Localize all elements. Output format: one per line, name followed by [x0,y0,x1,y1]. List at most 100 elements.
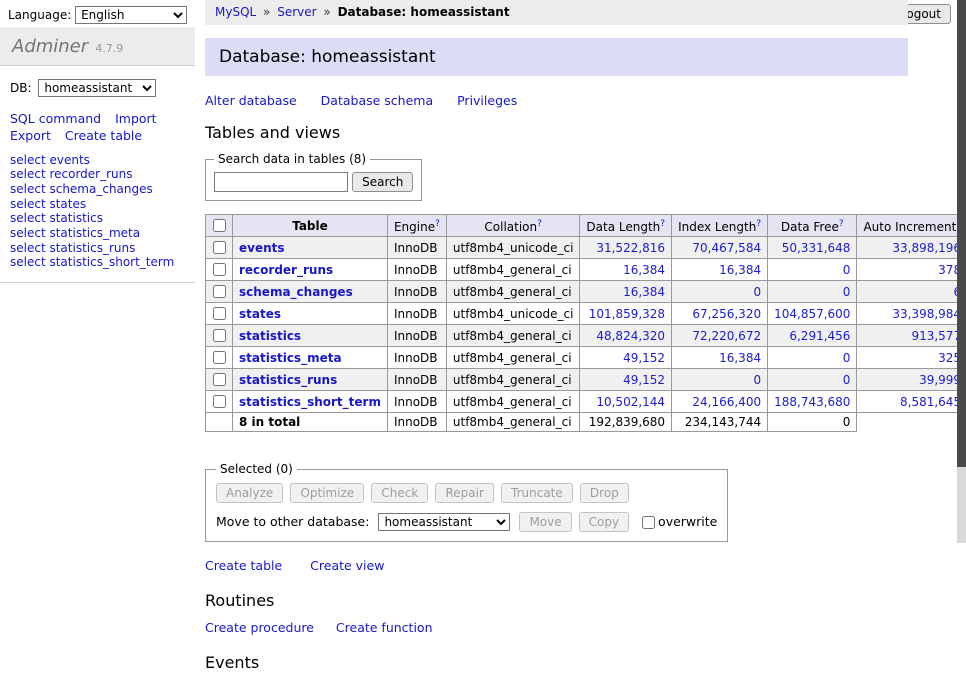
search-button[interactable]: Search [352,172,413,192]
nav-link-database-schema[interactable]: Database schema [321,93,433,108]
column-header-collation: Collation? [446,215,580,237]
sidebar-link-export[interactable]: Export [10,128,51,143]
analyze-button[interactable]: Analyze [216,483,283,503]
table-name-link[interactable]: statistics [239,329,301,343]
row-checkbox[interactable] [213,241,226,254]
row-checkbox[interactable] [213,395,226,408]
scrollbar[interactable] [957,0,966,543]
truncate-button[interactable]: Truncate [501,483,573,503]
routines-heading: Routines [205,591,908,610]
move-db-select[interactable]: homeassistant [378,513,510,531]
total-collation-cell: utf8mb4_general_ci [446,413,580,432]
db-label: DB: [10,81,32,95]
index-length-cell: 16,384 [672,347,768,369]
help-link[interactable]: ? [660,219,665,229]
data-length-cell: 31,522,816 [580,237,672,259]
row-checkbox[interactable] [213,263,226,276]
table-row: schema_changes InnoDB utf8mb4_general_ci… [206,281,966,303]
list-item: select statistics_runs [10,241,185,256]
data-length-cell: 10,502,144 [580,391,672,413]
page-title: Database: homeassistant [205,38,908,76]
database-nav: Alter database Database schema Privilege… [205,93,908,108]
table-name-link[interactable]: statistics_runs [239,373,337,387]
help-link[interactable]: ? [756,219,761,229]
row-checkbox[interactable] [213,373,226,386]
drop-button[interactable]: Drop [580,483,629,503]
sidebar-link-import[interactable]: Import [115,111,157,126]
data-free-cell: 0 [768,347,857,369]
table-name-link[interactable]: events [239,241,285,255]
column-header-engine: Engine? [387,215,446,237]
sidebar: Adminer 4.7.9 DB: homeassistant SQL comm… [0,27,195,543]
sidebar-table-link[interactable]: select statistics [10,211,103,225]
help-link[interactable]: ? [839,219,844,229]
create-view-link[interactable]: Create view [310,558,384,573]
create-function-link[interactable]: Create function [336,620,433,635]
auto-increment-cell: 33,398,984 [857,303,966,325]
repair-button[interactable]: Repair [435,483,493,503]
total-name-cell: 8 in total [233,413,388,432]
auto-increment-cell: 325 [857,347,966,369]
overwrite-checkbox[interactable] [642,516,655,529]
auto-increment-cell: 8,581,645 [857,391,966,413]
table-name-link[interactable]: statistics_short_term [239,395,381,409]
table-name-link[interactable]: statistics_meta [239,351,342,365]
adminer-logo-link[interactable]: Adminer [12,36,88,57]
index-length-cell: 0 [672,281,768,303]
column-header-index-length: Index Length? [672,215,768,237]
table-name-link[interactable]: recorder_runs [239,263,333,277]
language-select[interactable]: English [75,6,187,24]
language-label: Language: [8,8,71,22]
db-select[interactable]: homeassistant [38,79,156,97]
search-legend: Search data in tables (8) [214,152,370,166]
breadcrumb-current: Database: homeassistant [338,5,510,19]
breadcrumb-separator: » [323,5,330,19]
help-link[interactable]: ? [537,219,542,229]
sidebar-table-link[interactable]: select statistics_runs [10,241,135,255]
sidebar-table-link[interactable]: select statistics_meta [10,226,140,240]
optimize-button[interactable]: Optimize [290,483,364,503]
scrollbar-thumb[interactable] [957,0,966,467]
sidebar-table-link[interactable]: select schema_changes [10,182,153,196]
nav-link-alter-database[interactable]: Alter database [205,93,297,108]
engine-cell: InnoDB [387,391,446,413]
row-checkbox[interactable] [213,351,226,364]
table-name-link[interactable]: states [239,307,281,321]
move-button[interactable]: Move [519,512,571,532]
sidebar-link-sql-command[interactable]: SQL command [10,111,101,126]
total-engine-cell: InnoDB [387,413,446,432]
breadcrumb-link-mysql[interactable]: MySQL [215,5,256,19]
help-link[interactable]: ? [435,219,440,229]
collation-cell: utf8mb4_unicode_ci [446,237,580,259]
selected-legend: Selected (0) [216,462,297,476]
copy-button[interactable]: Copy [579,512,629,532]
sidebar-link-create-table[interactable]: Create table [65,128,142,143]
sidebar-table-link[interactable]: select statistics_short_term [10,255,174,269]
row-checkbox[interactable] [213,307,226,320]
search-input[interactable] [214,172,348,192]
list-item: select statistics [10,211,185,226]
engine-cell: InnoDB [387,237,446,259]
sidebar-table-link[interactable]: select recorder_runs [10,167,133,181]
create-procedure-link[interactable]: Create procedure [205,620,314,635]
row-checkbox[interactable] [213,329,226,342]
data-length-cell: 101,859,328 [580,303,672,325]
auto-increment-cell: 913,577 [857,325,966,347]
auto-increment-cell: 33,898,196 [857,237,966,259]
breadcrumb-link-server[interactable]: Server [277,5,316,19]
table-name-link[interactable]: schema_changes [239,285,353,299]
create-table-link[interactable]: Create table [205,558,282,573]
row-checkbox[interactable] [213,285,226,298]
check-button[interactable]: Check [371,483,428,503]
move-row: Move to other database: homeassistant Mo… [216,512,717,532]
column-header-table: Table [233,215,388,237]
app-version: 4.7.9 [95,42,123,55]
data-length-cell: 49,152 [580,369,672,391]
table-row: statistics_short_term InnoDB utf8mb4_gen… [206,391,966,413]
select-all-checkbox[interactable] [213,219,226,232]
data-free-cell: 0 [768,281,857,303]
sidebar-table-link[interactable]: select events [10,153,90,167]
table-header-row: Table Engine? Collation? Data Length? In… [206,215,966,237]
nav-link-privileges[interactable]: Privileges [457,93,517,108]
sidebar-table-link[interactable]: select states [10,197,86,211]
